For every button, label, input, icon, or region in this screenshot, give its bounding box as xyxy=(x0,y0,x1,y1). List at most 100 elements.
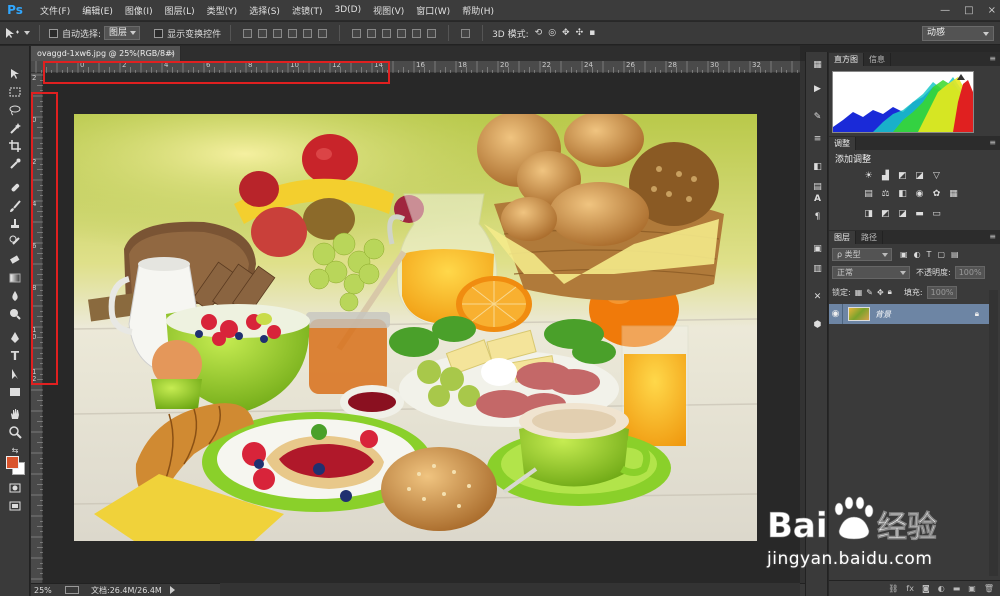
screen-mode-button[interactable] xyxy=(4,498,26,514)
selective-color-icon[interactable]: ▭ xyxy=(931,209,942,219)
3d-rotate-icon[interactable]: ⟲ xyxy=(535,28,543,38)
lock-position-icon[interactable]: ✥ xyxy=(877,288,884,297)
auto-select-checkbox[interactable] xyxy=(49,28,58,38)
move-tool[interactable] xyxy=(4,66,26,82)
layer-kind-filter[interactable]: ρ 类型 xyxy=(832,247,892,261)
workspace-dropdown[interactable]: 动感 xyxy=(922,26,994,41)
blur-tool[interactable] xyxy=(4,288,26,304)
tab-layers[interactable]: 图层 xyxy=(829,231,856,244)
close-tab-icon[interactable]: × xyxy=(168,46,175,61)
auto-select-dropdown[interactable]: 图层 xyxy=(104,26,141,40)
photo-filter-icon[interactable]: ◉ xyxy=(914,189,925,199)
character-panel-icon[interactable]: A xyxy=(810,192,825,206)
status-menu-arrow-icon[interactable] xyxy=(169,586,175,594)
opacity-field[interactable]: 100% xyxy=(954,265,985,279)
zoom-tool[interactable] xyxy=(4,424,26,440)
color-balance-icon[interactable]: ⚖ xyxy=(880,189,891,199)
breakfast-photo[interactable] xyxy=(74,114,757,541)
status-preview-icon[interactable] xyxy=(65,586,79,594)
align-bottom-icon[interactable] xyxy=(273,28,283,38)
align-hcenter-icon[interactable] xyxy=(303,28,313,38)
path-select-tool[interactable] xyxy=(4,366,26,382)
lock-image-icon[interactable]: ✎ xyxy=(866,288,873,297)
zoom-level[interactable]: 25% xyxy=(31,586,65,595)
black-white-icon[interactable]: ◧ xyxy=(897,189,908,199)
distribute-vcenter-icon[interactable] xyxy=(367,28,377,38)
3d-panel-icon[interactable]: ⬢ xyxy=(810,318,825,332)
minimize-button[interactable]: — xyxy=(940,5,950,16)
auto-align-icon[interactable] xyxy=(461,28,471,38)
align-left-icon[interactable] xyxy=(288,28,298,38)
distribute-right-icon[interactable] xyxy=(427,28,437,38)
filter-adjustment-icon[interactable]: ◐ xyxy=(914,250,921,259)
color-lookup-icon[interactable]: ▦ xyxy=(948,189,959,199)
fill-field[interactable]: 100% xyxy=(926,285,957,299)
menu-type[interactable]: 类型(Y) xyxy=(201,4,244,17)
curves-icon[interactable]: ◩ xyxy=(897,171,908,181)
restore-button[interactable]: □ xyxy=(964,5,973,16)
layer-style-icon[interactable]: fx xyxy=(906,584,914,593)
vibrance-icon[interactable]: ▽ xyxy=(931,171,942,181)
history-brush-tool[interactable] xyxy=(4,234,26,250)
menu-file[interactable]: 文件(F) xyxy=(34,4,76,17)
lock-all-icon[interactable]: 🔒︎ xyxy=(888,287,892,297)
quick-mask-button[interactable] xyxy=(4,480,26,496)
distribute-top-icon[interactable] xyxy=(352,28,362,38)
posterize-icon[interactable]: ◩ xyxy=(880,209,891,219)
align-right-icon[interactable] xyxy=(318,28,328,38)
clone-stamp-tool[interactable] xyxy=(4,216,26,232)
3d-pan-icon[interactable]: ✥ xyxy=(562,28,570,38)
lock-transparent-icon[interactable]: ▦ xyxy=(855,288,863,297)
layer-name[interactable]: 背景 xyxy=(875,309,891,320)
gradient-map-icon[interactable]: ▬ xyxy=(914,209,925,219)
menu-view[interactable]: 视图(V) xyxy=(367,4,410,17)
pen-tool[interactable] xyxy=(4,330,26,346)
3d-roll-icon[interactable]: ◎ xyxy=(548,28,556,38)
distribute-hcenter-icon[interactable] xyxy=(412,28,422,38)
3d-scale-icon[interactable]: ▪ xyxy=(589,28,595,38)
tab-paths[interactable]: 路径 xyxy=(856,231,883,244)
channel-mixer-icon[interactable]: ✿ xyxy=(931,189,942,199)
filter-type-icon[interactable]: T xyxy=(927,250,932,259)
tab-adjustments[interactable]: 调整 xyxy=(829,137,856,150)
layers-panel-icon[interactable]: ▣ xyxy=(810,242,825,256)
brightness-contrast-icon[interactable]: ☀ xyxy=(863,171,874,181)
link-layers-icon[interactable]: ⛓ xyxy=(888,584,898,593)
menu-layer[interactable]: 图层(L) xyxy=(159,4,201,17)
filter-smart-object-icon[interactable]: ▤ xyxy=(951,250,959,259)
move-tool-preset[interactable] xyxy=(0,22,34,45)
delete-layer-icon[interactable]: 🗑︎ xyxy=(984,584,994,593)
actions-panel-icon[interactable]: ▶ xyxy=(810,82,825,96)
tool-presets-icon[interactable]: ✕ xyxy=(810,290,825,304)
eye-icon[interactable]: ◉ xyxy=(829,304,843,324)
distribute-left-icon[interactable] xyxy=(397,28,407,38)
shape-tool[interactable] xyxy=(4,384,26,400)
eyedropper-tool[interactable] xyxy=(4,156,26,172)
brush-presets-icon[interactable]: ≡ xyxy=(810,132,825,146)
new-group-icon[interactable]: ▬ xyxy=(953,584,961,593)
menu-image[interactable]: 图像(I) xyxy=(119,4,159,17)
levels-icon[interactable]: ▟ xyxy=(880,171,891,181)
layers-scrollbar[interactable] xyxy=(989,290,998,576)
layer-row-background[interactable]: ◉ 背景 🔒︎ xyxy=(829,304,989,324)
channels-panel-icon[interactable]: ▥ xyxy=(810,262,825,276)
document-tab[interactable]: ovaggd-1xw6.jpg @ 25%(RGB/8#) × xyxy=(31,46,181,61)
marquee-tool[interactable] xyxy=(4,84,26,100)
type-tool[interactable]: T xyxy=(4,348,26,364)
canvas-area[interactable] xyxy=(43,73,800,583)
hand-tool[interactable] xyxy=(4,406,26,422)
healing-brush-tool[interactable] xyxy=(4,180,26,196)
foreground-color-swatch[interactable] xyxy=(6,456,19,469)
new-layer-icon[interactable]: ▣ xyxy=(968,584,976,593)
filter-shape-icon[interactable]: ▢ xyxy=(937,250,945,259)
menu-edit[interactable]: 编辑(E) xyxy=(76,4,119,17)
menu-window[interactable]: 窗口(W) xyxy=(410,4,456,17)
menu-help[interactable]: 帮助(H) xyxy=(456,4,500,17)
dodge-tool[interactable] xyxy=(4,306,26,322)
lasso-tool[interactable] xyxy=(4,102,26,118)
brush-tool[interactable] xyxy=(4,198,26,214)
canvas-horizontal-scrollbar[interactable] xyxy=(220,583,800,596)
3d-slide-icon[interactable]: ✣ xyxy=(576,28,584,38)
brush-panel-icon[interactable]: ✎ xyxy=(810,110,825,124)
filter-pixel-icon[interactable]: ▣ xyxy=(900,250,908,259)
